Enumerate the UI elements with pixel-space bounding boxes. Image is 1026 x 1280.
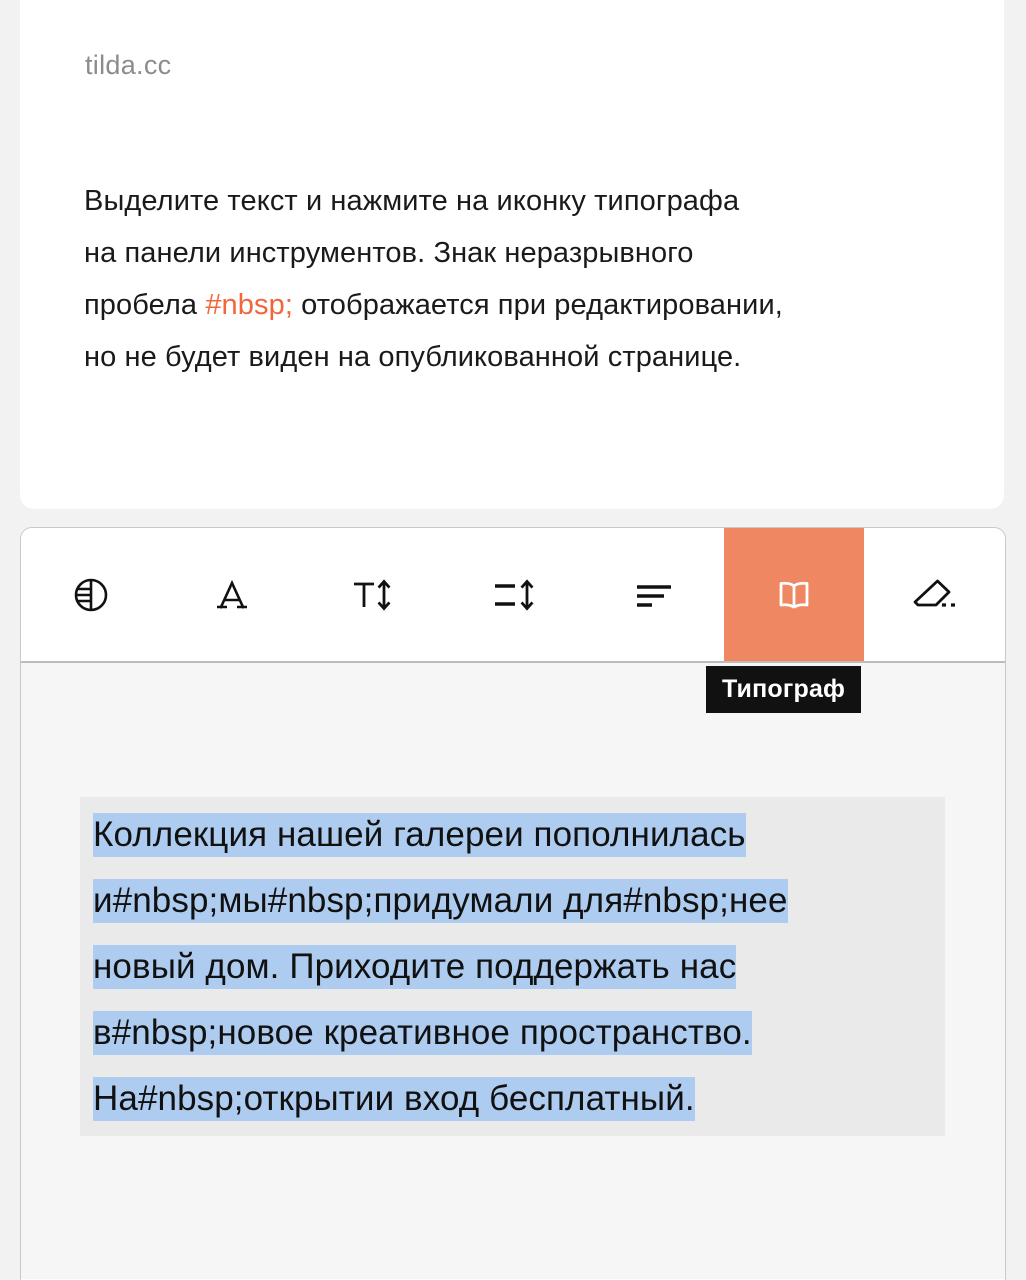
text-line-content: новый дом. Приходите поддержать нас — [93, 945, 737, 989]
text-line-content: в#nbsp;новое креативное пространство. — [93, 1011, 752, 1055]
text-line-content: Коллекция нашей галереи пополнилась — [93, 813, 746, 857]
clear-format-eraser-icon — [909, 573, 961, 617]
font-size-icon — [348, 573, 396, 617]
text-line-content: На#nbsp;открытии вход бесплатный. — [93, 1077, 695, 1121]
typograf-tooltip: Типограф — [706, 666, 862, 713]
info-paragraph-line-4: но не будет виден на опубликованной стра… — [84, 341, 742, 373]
text-line-content: и#nbsp;мы#nbsp;придумали для#nbsp;нее — [93, 879, 788, 923]
text-line[interactable]: новый дом. Приходите поддержать нас — [80, 934, 945, 1000]
info-paragraph-line-2: на панели инструментов. Знак неразрывног… — [84, 237, 694, 269]
toolbar-button-line-height[interactable] — [443, 528, 584, 661]
text-line[interactable]: Коллекция нашей галереи пополнилась — [80, 802, 945, 868]
editor-card: Коллекция нашей галереи пополнилась и#nb… — [20, 527, 1006, 1280]
typograf-book-icon — [770, 573, 818, 617]
info-card: tilda.cc Выделите текст и нажмите на ико… — [20, 0, 1004, 509]
toolbar-button-color[interactable] — [21, 528, 162, 661]
info-line3-prefix: пробела — [84, 289, 206, 321]
editor-body[interactable]: Коллекция нашей галереи пополнилась и#nb… — [21, 663, 1005, 1279]
text-format-toolbar — [21, 528, 1005, 663]
toolbar-button-clear-format[interactable] — [864, 528, 1005, 661]
app-screen: tilda.cc Выделите текст и нажмите на ико… — [0, 0, 1026, 1280]
info-paragraph-line-1: Выделите текст и нажмите на иконку типог… — [84, 185, 740, 217]
toolbar-button-font-size[interactable] — [302, 528, 443, 661]
line-height-icon — [488, 573, 538, 617]
text-line[interactable]: и#nbsp;мы#nbsp;придумали для#nbsp;нее — [80, 868, 945, 934]
color-contrast-icon — [69, 573, 113, 617]
info-line3-suffix: отображается при редактировании, — [293, 289, 783, 321]
toolbar-button-font[interactable] — [162, 528, 303, 661]
toolbar-button-align[interactable] — [583, 528, 724, 661]
text-line[interactable]: На#nbsp;открытии вход бесплатный. — [80, 1066, 945, 1132]
editable-text-block[interactable]: Коллекция нашей галереи пополнилась и#nb… — [80, 797, 945, 1136]
font-family-icon — [210, 573, 254, 617]
info-paragraph: Выделите текст и нажмите на иконку типог… — [84, 175, 944, 383]
toolbar-button-typograf[interactable] — [723, 528, 865, 661]
nbsp-token: #nbsp; — [205, 289, 293, 321]
info-paragraph-line-3: пробела #nbsp; отображается при редактир… — [84, 279, 944, 331]
site-label: tilda.cc — [85, 50, 172, 80]
text-line[interactable]: в#nbsp;новое креативное пространство. — [80, 1000, 945, 1066]
align-left-icon — [630, 573, 678, 617]
